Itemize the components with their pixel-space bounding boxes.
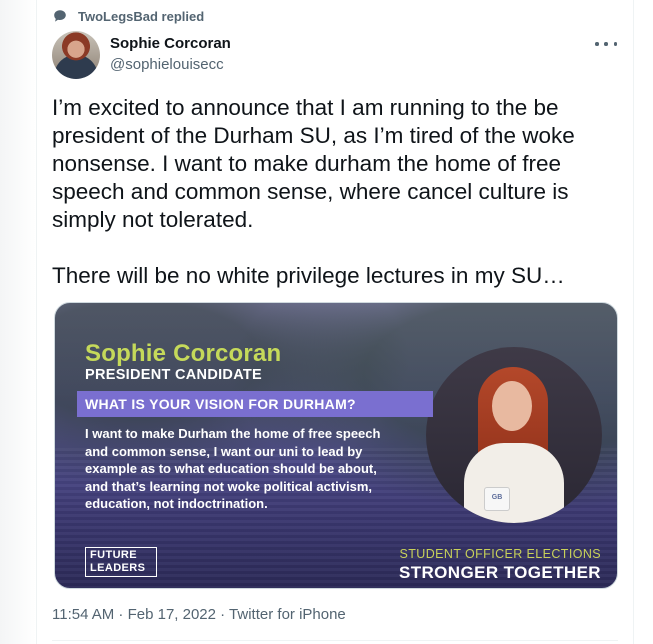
candidate-face [492, 381, 532, 431]
future-leaders-line2: LEADERS [90, 561, 146, 574]
speech-bubble-icon [52, 8, 68, 24]
author-handle[interactable]: @sophielouisecc [110, 56, 224, 73]
more-dot-icon [613, 42, 617, 46]
more-options-button[interactable] [595, 36, 617, 52]
candidate-photo: GB [426, 347, 602, 523]
candidate-role: PRESIDENT CANDIDATE [85, 367, 263, 383]
question-bar: WHAT IS YOUR VISION FOR DURHAM? [77, 391, 433, 417]
tweet-paragraph-1: I’m excited to announce that I am runnin… [52, 95, 582, 232]
future-leaders-line1: FUTURE [90, 549, 138, 561]
mug-icon: GB [484, 487, 510, 511]
reply-context-text: TwoLegsBad replied [78, 8, 205, 24]
slogan-label: STRONGER TOGETHER [398, 563, 601, 582]
candidate-name: Sophie Corcoran [85, 340, 282, 367]
elections-label: STUDENT OFFICER ELECTIONS [399, 547, 601, 561]
candidate-body [464, 443, 564, 523]
more-dot-icon [604, 42, 608, 46]
future-leaders-logo: FUTURE LEADERS [85, 547, 157, 577]
mug-text: GB [491, 494, 503, 501]
question-text: WHAT IS YOUR VISION FOR DURHAM? [85, 396, 356, 412]
more-dot-icon [595, 42, 599, 46]
tweet-media-image[interactable]: GB Sophie Corcoran PRESIDENT CANDIDATE W… [54, 302, 618, 589]
reply-context[interactable]: TwoLegsBad replied [52, 8, 204, 24]
avatar[interactable] [52, 31, 100, 79]
candidate-quote: I want to make Durham the home of free s… [85, 426, 381, 511]
tweet-card: TwoLegsBad replied Sophie Corcoran @soph… [36, 0, 634, 644]
tweet-text: I’m excited to announce that I am runnin… [52, 94, 617, 290]
tweet-paragraph-2: There will be no white privilege lecture… [52, 263, 565, 288]
divider [52, 640, 618, 641]
page-background [0, 0, 36, 644]
tweet-timestamp[interactable]: 11:54 AM · Feb 17, 2022 · Twitter for iP… [52, 606, 346, 623]
author-name[interactable]: Sophie Corcoran [110, 35, 231, 52]
